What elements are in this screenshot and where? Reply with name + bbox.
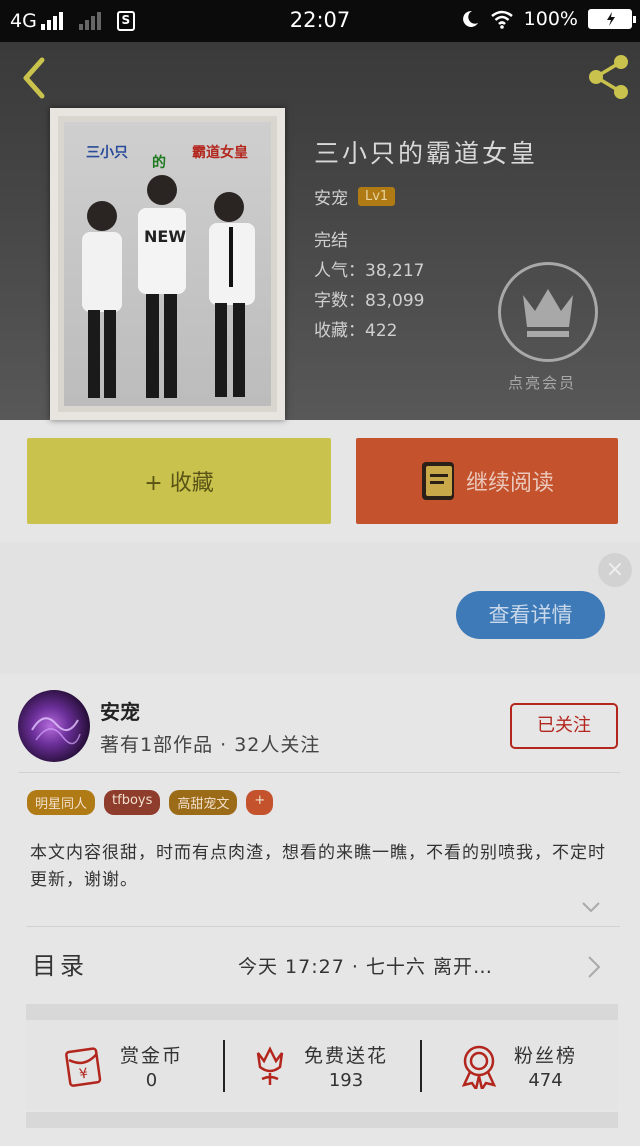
book-favorites: 收藏：422 (314, 321, 398, 341)
avatar[interactable] (18, 690, 90, 762)
flower-icon (256, 1046, 284, 1085)
author-stats: 著有1部作品 · 32人关注 (100, 734, 321, 756)
book-cover[interactable]: 三小只 的 霸道女皇 NEW (50, 108, 285, 420)
reward-coins-text: 赏金币 0 (120, 1041, 183, 1091)
status-bar: 4G S 22:07 100% (0, 0, 640, 42)
reward-coins-value: 0 (145, 1070, 158, 1091)
send-flowers-button[interactable]: 免费送花 193 (250, 1036, 388, 1096)
book-header: 三小只 的 霸道女皇 NEW 三小只的霸道女皇 安宠 Lv1 完结 人气：38,… (0, 42, 640, 420)
author-name[interactable]: 安宠 (100, 696, 140, 725)
moon-icon (462, 10, 478, 27)
chevron-down-icon[interactable] (580, 896, 602, 918)
vip-label: 点亮会员 (508, 374, 577, 392)
book-popularity: 人气：38,217 (314, 261, 425, 281)
battery-percent: 100% (523, 8, 578, 30)
reward-coins-label: 赏金币 (120, 1045, 184, 1067)
toc-latest-chapter[interactable]: 今天 17:27 · 七十六 离开… (238, 952, 493, 979)
chevron-right-icon[interactable] (586, 954, 602, 980)
book-author-line: 安宠 Lv1 (314, 184, 396, 209)
cover-text-left: 三小只 (86, 145, 128, 161)
cover-figure-left (82, 201, 122, 398)
battery-icon (588, 9, 636, 29)
fan-ranking-value: 474 (528, 1070, 563, 1091)
add-tag-button[interactable]: + (246, 790, 274, 815)
tag-list: 明星同人 tfboys 高甜宠文 + (27, 790, 274, 815)
svg-text:¥: ¥ (78, 1066, 89, 1083)
svg-text:NEW: NEW (144, 227, 186, 246)
collect-button[interactable]: + 收藏 (27, 438, 331, 524)
book-icon (421, 462, 454, 500)
reward-coins-button[interactable]: ¥ 赏金币 0 (62, 1036, 183, 1096)
cover-figure-right (209, 192, 255, 397)
tag-item[interactable]: 明星同人 (27, 790, 96, 815)
divider (18, 772, 620, 773)
book-title: 三小只的霸道女皇 (314, 139, 539, 168)
section-gap (26, 1112, 618, 1128)
wifi-icon (490, 10, 513, 29)
red-envelope-icon: ¥ (65, 1047, 102, 1087)
view-details-button[interactable]: 查看详情 (456, 591, 605, 639)
fan-ranking-button[interactable]: 粉丝榜 474 (458, 1036, 577, 1096)
back-icon[interactable] (16, 56, 56, 100)
stat-divider (420, 1040, 422, 1092)
send-flowers-text: 免费送花 193 (304, 1041, 388, 1091)
book-word-count: 字数：83,099 (314, 291, 425, 311)
toc-title[interactable]: 目录 (32, 946, 88, 981)
follow-button[interactable]: 已关注 (510, 703, 618, 749)
tag-item[interactable]: 高甜宠文 (169, 790, 238, 815)
stat-divider (223, 1040, 225, 1092)
send-flowers-value: 193 (328, 1070, 364, 1091)
cover-image: 三小只 的 霸道女皇 NEW (64, 122, 271, 406)
continue-reading-button[interactable]: 继续阅读 (356, 438, 618, 524)
status-right: 100% (460, 8, 636, 30)
book-author[interactable]: 安宠 (314, 184, 348, 209)
crown-icon (523, 289, 573, 337)
ad-close-button[interactable]: × (598, 553, 632, 587)
vip-button[interactable] (498, 262, 598, 362)
section-gap (26, 1004, 618, 1020)
cover-figure-middle: NEW (138, 175, 186, 398)
avatar-image (31, 717, 81, 745)
fan-ranking-text: 粉丝榜 474 (514, 1041, 577, 1091)
level-badge: Lv1 (358, 187, 396, 206)
book-description: 本文内容很甜，时而有点肉渣，想看的来瞧一瞧，不看的别喷我，不定时更新，谢谢。 (30, 843, 606, 890)
fan-ranking-label: 粉丝榜 (514, 1045, 578, 1067)
send-flowers-label: 免费送花 (304, 1045, 389, 1067)
share-icon[interactable] (584, 52, 634, 102)
book-status: 完结 (314, 231, 348, 251)
divider (26, 926, 620, 927)
medal-icon (461, 1045, 497, 1089)
cover-text-right: 霸道女皇 (192, 145, 248, 161)
tag-item[interactable]: tfboys (104, 790, 161, 815)
continue-reading-label: 继续阅读 (465, 471, 554, 496)
